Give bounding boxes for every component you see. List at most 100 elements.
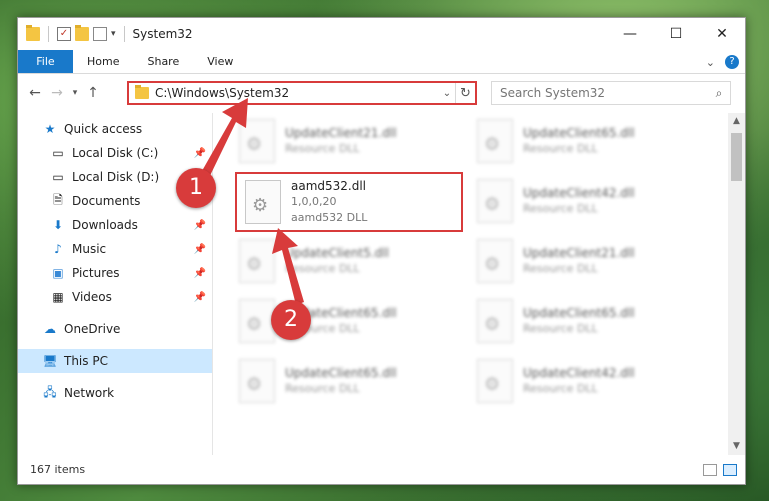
drive-icon: ▭ — [52, 146, 64, 160]
sidebar-item-label: OneDrive — [64, 322, 121, 336]
sidebar-item-label: Pictures — [72, 266, 120, 280]
forward-arrow-icon[interactable]: → — [46, 85, 68, 101]
status-bar: 167 items — [18, 455, 745, 484]
step-1-badge: 1 — [176, 168, 216, 208]
up-arrow-icon[interactable]: ↑ — [82, 85, 104, 101]
file-type: aamd532 DLL — [291, 211, 368, 224]
file-name: UpdateClient65.dll — [523, 126, 635, 140]
pin-icon: 📌 — [193, 243, 206, 255]
search-input[interactable] — [500, 86, 708, 100]
file-type: Resource DLL — [523, 382, 598, 395]
address-path[interactable]: C:\Windows\System32 — [155, 86, 439, 100]
file-tile[interactable]: UpdateClient21.dll Resource DLL — [231, 113, 451, 169]
sidebar-item-videos[interactable]: ▦ Videos 📌 — [18, 285, 212, 309]
file-tile[interactable]: UpdateClient21.dll Resource DLL — [469, 233, 689, 289]
sidebar-item-music[interactable]: ♪ Music 📌 — [18, 237, 212, 261]
file-version: 1,0,0,20 — [291, 195, 337, 208]
search-icon[interactable]: ⌕ — [708, 86, 730, 101]
file-tile[interactable]: UpdateClient65.dllResource DLL — [469, 293, 689, 349]
folder-icon — [135, 85, 149, 99]
help-icon[interactable]: ? — [725, 55, 739, 69]
expand-ribbon-icon[interactable]: ⌄ — [706, 56, 715, 69]
address-dropdown-icon[interactable]: ⌄ — [439, 88, 455, 99]
close-button[interactable]: ✕ — [699, 18, 745, 50]
dll-file-icon — [477, 119, 513, 163]
search-box[interactable]: ⌕ — [491, 81, 731, 105]
scroll-up-icon[interactable]: ▲ — [728, 113, 745, 130]
file-type: Resource DLL — [285, 262, 360, 275]
sidebar-item-pictures[interactable]: ▣ Pictures 📌 — [18, 261, 212, 285]
sidebar-item-network[interactable]: 🖧 Network — [18, 381, 212, 405]
download-icon: ⬇ — [52, 218, 64, 232]
file-tile-aamd532[interactable]: aamd532.dll 1,0,0,20 aamd532 DLL — [235, 172, 463, 232]
file-tile[interactable]: UpdateClient42.dll Resource DLL — [469, 353, 689, 409]
sidebar-item-label: Downloads — [72, 218, 138, 232]
dll-file-icon — [245, 180, 281, 224]
documents-icon: 🗎 — [53, 192, 63, 207]
file-type: Resource DLL — [523, 262, 598, 275]
chevron-down-icon[interactable]: ▾ — [111, 29, 116, 39]
sidebar-item-label: Network — [64, 386, 115, 400]
properties-check-icon[interactable]: ✓ — [57, 27, 71, 41]
music-icon: ♪ — [54, 242, 62, 256]
address-bar[interactable]: C:\Windows\System32 ⌄ ↻ — [127, 81, 477, 105]
file-list: UpdateClient21.dll Resource DLL UpdateCli… — [213, 113, 745, 455]
file-tile[interactable]: UpdateClient65.dllResource DLL — [469, 113, 689, 169]
folder-icon — [26, 25, 40, 41]
file-name: UpdateClient21.dll — [285, 126, 397, 140]
tab-view[interactable]: View — [193, 50, 247, 73]
sidebar-item-onedrive[interactable]: ☁ OneDrive — [18, 317, 212, 341]
cloud-icon: ☁ — [44, 322, 56, 336]
minimize-button[interactable]: — — [607, 18, 653, 50]
dll-file-icon — [477, 239, 513, 283]
sidebar-item-label: Quick access — [64, 122, 143, 136]
tab-home[interactable]: Home — [73, 50, 133, 73]
file-type: Resource DLL — [523, 322, 598, 335]
step-2-badge: 2 — [271, 300, 311, 340]
sidebar-item-label: Videos — [72, 290, 112, 304]
vertical-scrollbar[interactable]: ▲ ▼ — [728, 113, 745, 455]
maximize-button[interactable]: ☐ — [653, 18, 699, 50]
pin-icon: 📌 — [193, 219, 206, 231]
file-tile[interactable]: UpdateClient5.dll Resource DLL — [231, 233, 451, 289]
explorer-content: ★ Quick access ▭ Local Disk (C:) 📌 ▭ Loc… — [18, 113, 745, 455]
ribbon-tabs: File Home Share View ⌄ ? — [18, 50, 745, 74]
refresh-icon[interactable]: ↻ — [455, 83, 475, 103]
sidebar-item-local-disk-c[interactable]: ▭ Local Disk (C:) 📌 — [18, 141, 212, 165]
file-name: UpdateClient21.dll — [523, 246, 635, 260]
file-tile[interactable]: UpdateClient42.dll Resource DLL — [469, 173, 689, 229]
ribbon-right-controls: ⌄ ? — [706, 50, 739, 74]
sidebar-item-this-pc[interactable]: 🖥 This PC — [18, 349, 212, 373]
toolbar-divider — [123, 26, 125, 42]
view-toggle — [703, 463, 737, 476]
toolbar-divider — [48, 26, 49, 42]
navigation-bar: ← → ▾ ↑ C:\Windows\System32 ⌄ ↻ ⌕ — [18, 74, 745, 112]
details-view-icon[interactable] — [703, 463, 717, 476]
scroll-down-icon[interactable]: ▼ — [728, 438, 745, 455]
file-tile[interactable]: UpdateClient65.dllResource DLL — [231, 293, 451, 349]
pin-icon: 📌 — [193, 147, 206, 159]
sidebar-item-downloads[interactable]: ⬇ Downloads 📌 — [18, 213, 212, 237]
customize-toolbar-icon[interactable] — [93, 27, 107, 41]
dll-file-icon — [239, 299, 275, 343]
tab-share[interactable]: Share — [133, 50, 193, 73]
sidebar-item-label: Music — [72, 242, 107, 256]
window-title: System32 — [132, 27, 193, 41]
file-explorer-window: ✓ ▾ System32 — ☐ ✕ File Home Share View … — [17, 17, 746, 485]
sidebar-item-quick-access[interactable]: ★ Quick access — [18, 117, 212, 141]
pin-icon: 📌 — [193, 267, 206, 279]
file-tile[interactable]: UpdateClient65.dllResource DLL — [231, 353, 451, 409]
scrollbar-thumb[interactable] — [731, 133, 742, 181]
window-controls: — ☐ ✕ — [607, 18, 745, 50]
dll-file-icon — [477, 359, 513, 403]
back-arrow-icon[interactable]: ← — [24, 85, 46, 101]
new-folder-icon[interactable] — [75, 25, 89, 41]
pictures-icon: ▣ — [52, 266, 64, 280]
recent-locations-icon[interactable]: ▾ — [68, 88, 82, 98]
tiles-view-icon[interactable] — [723, 463, 737, 476]
pin-icon: 📌 — [193, 291, 206, 303]
tab-file[interactable]: File — [18, 50, 73, 73]
